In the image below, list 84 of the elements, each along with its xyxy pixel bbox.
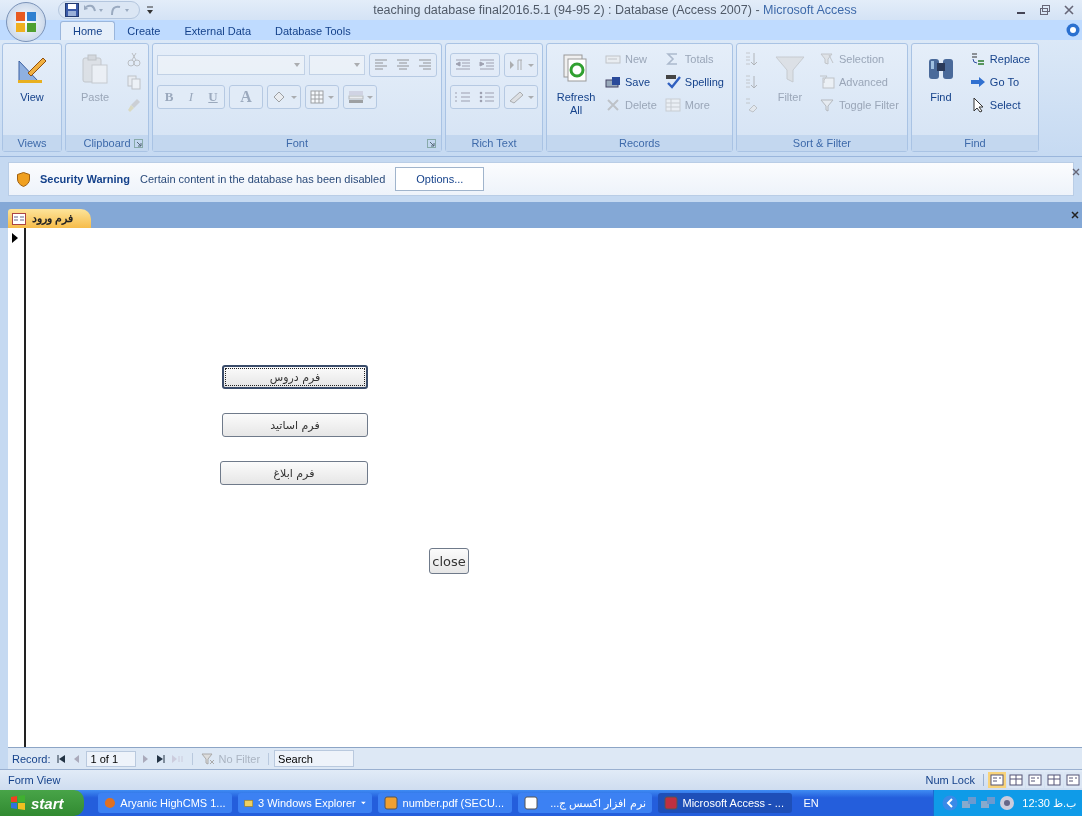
current-record-icon xyxy=(12,233,18,243)
taskbar-button[interactable]: Aryanic HighCMS 1... xyxy=(97,793,232,813)
view-switch-icon[interactable] xyxy=(988,772,1006,788)
group-label: Font xyxy=(286,137,308,149)
disc-icon[interactable] xyxy=(999,795,1016,811)
selection-filter-icon xyxy=(818,51,835,67)
office-button[interactable] xyxy=(6,2,46,42)
ribbon-button[interactable]: Replace xyxy=(969,49,1035,69)
windows-logo-icon xyxy=(10,795,26,811)
app-icon xyxy=(103,796,116,810)
close-icon[interactable] xyxy=(1064,5,1074,15)
ribbon-button[interactable]: Select xyxy=(969,95,1035,115)
window-title: teaching database final2016.5.1 (94-95 2) : Database (Access 2007) - Microsoft Access xyxy=(372,3,858,17)
security-warning-message: Certain content in the database has been disabled xyxy=(140,173,386,185)
language-indicator[interactable]: EN xyxy=(803,797,819,809)
group-label: Rich Text xyxy=(471,137,517,149)
close-icon[interactable] xyxy=(1071,211,1079,219)
funnel-icon xyxy=(818,97,835,113)
view-switch-icon[interactable] xyxy=(1064,772,1082,788)
spelling-check-icon xyxy=(664,74,681,90)
delete-icon xyxy=(605,97,621,113)
view-switch-icon[interactable] xyxy=(1026,772,1044,788)
taskbar-button[interactable]: Microsoft Access - ... xyxy=(657,793,792,813)
view-switch-icon[interactable] xyxy=(1007,772,1025,788)
clock: 12:30 ب.ظ xyxy=(1022,796,1076,810)
first-record-icon[interactable] xyxy=(55,753,66,764)
funnel-icon xyxy=(200,752,215,765)
form-button[interactable]: close xyxy=(429,548,469,574)
options-button[interactable]: Options... xyxy=(395,167,485,191)
save-record-icon xyxy=(605,74,621,90)
shield-icon xyxy=(17,171,30,187)
record-position-field[interactable]: 1 of 1 xyxy=(85,750,136,767)
view-switch-icon[interactable] xyxy=(1045,772,1063,788)
ribbon-tab[interactable]: External Data xyxy=(172,22,264,40)
document-tab[interactable]: فرم ورود xyxy=(8,209,92,228)
ribbon-button[interactable]: Spelling xyxy=(664,72,728,92)
form-button[interactable]: فرم ابلاغ xyxy=(220,461,368,485)
help-icon[interactable] xyxy=(1066,23,1080,37)
ribbon-button[interactable]: Find xyxy=(915,49,966,109)
taskbar-button[interactable]: نرم افزار اکسس ج... xyxy=(517,793,652,813)
search-field[interactable]: Search xyxy=(274,750,355,767)
group-label: Sort & Filter xyxy=(792,137,851,149)
dropdown-arrow-icon xyxy=(354,63,360,67)
ribbon-button[interactable]: View xyxy=(7,49,57,109)
restore-icon[interactable] xyxy=(1040,5,1050,15)
replace-icon xyxy=(969,51,986,67)
dialog-launcher-icon[interactable] xyxy=(134,139,143,148)
app-icon xyxy=(383,796,398,810)
app-icon xyxy=(663,796,678,810)
num-lock-indicator: Num Lock xyxy=(925,774,984,786)
dropdown-arrow-icon xyxy=(294,63,300,67)
funnel-icon xyxy=(773,53,806,85)
chevron-left-icon[interactable] xyxy=(942,795,959,811)
right-arrow-icon xyxy=(969,74,986,90)
dropdown-arrow-icon xyxy=(360,801,366,805)
ribbon-tab[interactable]: Home xyxy=(60,21,116,40)
customize-toolbar-icon[interactable] xyxy=(146,5,154,15)
last-record-icon[interactable] xyxy=(155,753,166,764)
redo-icon[interactable] xyxy=(109,3,131,17)
group-label: Records xyxy=(619,137,660,149)
ribbon-button[interactable]: Go To xyxy=(969,72,1035,92)
security-warning-title: Security Warning xyxy=(40,173,131,185)
start-button[interactable]: start xyxy=(0,790,84,816)
form-icon xyxy=(12,212,26,225)
group-label: Clipboard xyxy=(83,137,131,149)
ribbon-button[interactable]: Save xyxy=(605,72,661,92)
advanced-filter-icon xyxy=(818,74,835,90)
group-label: Views xyxy=(17,137,47,149)
form-button[interactable]: فرم اساتید xyxy=(222,413,368,437)
table-icon xyxy=(664,97,681,113)
office-logo-icon xyxy=(14,10,38,34)
taskbar-button[interactable]: number.pdf (SECU... xyxy=(377,793,512,813)
close-icon[interactable] xyxy=(1072,168,1080,176)
status-text: Form View xyxy=(8,774,61,786)
clipboard-icon xyxy=(79,53,111,85)
ribbon-tab[interactable]: Database Tools xyxy=(263,22,363,40)
ribbon-tab[interactable]: Create xyxy=(115,22,173,40)
app-icon xyxy=(523,796,538,810)
new-record-icon[interactable] xyxy=(170,753,183,764)
form-button[interactable]: فرم دروس xyxy=(222,365,368,389)
record-label: Record: xyxy=(12,752,51,765)
taskbar-button[interactable]: 3 Windows Explorer xyxy=(237,793,372,813)
group-label: Find xyxy=(964,137,986,149)
ribbon-button[interactable]: Refresh All xyxy=(551,49,601,122)
